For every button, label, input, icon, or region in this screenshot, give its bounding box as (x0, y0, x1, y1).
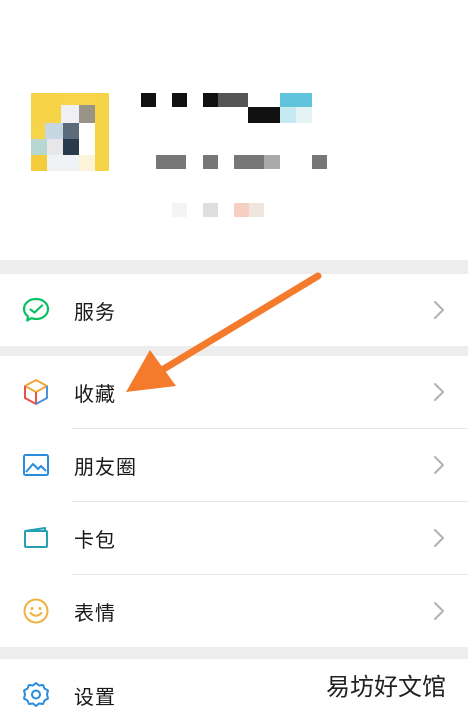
menu-item-cards[interactable]: 卡包 (0, 502, 468, 574)
smiley-icon (20, 595, 52, 627)
menu-item-services[interactable]: 服务 (0, 274, 468, 346)
chevron-right-icon (434, 383, 444, 401)
menu-item-label: 收藏 (74, 381, 116, 406)
picture-icon (20, 449, 52, 481)
wechat-pay-icon (20, 294, 52, 326)
profile-header[interactable] (0, 0, 468, 260)
section-gap (0, 647, 468, 659)
menu-item-label: 朋友圈 (74, 454, 137, 479)
cube-icon (20, 376, 52, 408)
avatar[interactable] (31, 93, 109, 171)
menu-item-moments[interactable]: 朋友圈 (0, 429, 468, 501)
menu-item-label: 服务 (74, 299, 116, 324)
chevron-right-icon (434, 301, 444, 319)
menu-item-favorites[interactable]: 收藏 (0, 356, 468, 428)
watermark: 易坊好文馆 (326, 673, 446, 701)
card-wallet-icon (20, 522, 52, 554)
gear-icon (20, 679, 52, 711)
section-gap (0, 346, 468, 356)
menu-item-label: 设置 (74, 685, 116, 709)
menu-item-label: 表情 (74, 600, 116, 625)
chevron-right-icon (434, 602, 444, 620)
menu-item-label: 卡包 (74, 527, 116, 552)
section-gap (0, 260, 468, 274)
chevron-right-icon (434, 456, 444, 474)
menu-item-stickers[interactable]: 表情 (0, 575, 468, 647)
chevron-right-icon (434, 529, 444, 547)
